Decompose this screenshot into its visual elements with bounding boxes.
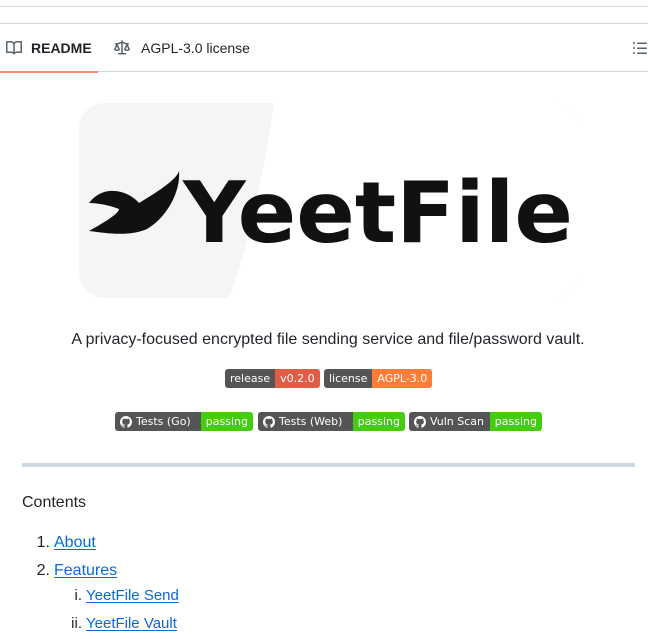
tab-license[interactable]: AGPL-3.0 license [114,24,250,72]
tab-readme[interactable]: README [0,24,98,73]
tests-go-badge-value: passing [200,412,253,431]
yeetfile-wordmark: YeetFile [182,164,573,263]
section-divider [22,463,635,467]
release-badge-value: v0.2.0 [275,369,320,388]
tests-web-badge-left: Tests (Web) [258,412,353,431]
github-icon [120,415,132,428]
vuln-scan-badge-value: passing [489,412,542,431]
tab-license-label: AGPL-3.0 license [141,40,250,56]
top-strip [0,0,648,7]
toc-number: i. [74,587,83,604]
toc-link-about[interactable]: About [54,534,96,552]
contents-heading: Contents [22,494,87,511]
tests-web-badge-value: passing [352,412,405,431]
tests-go-badge-left: Tests (Go) [115,412,201,431]
tests-web-badge-label: Tests (Web) [279,415,343,428]
toc-number: 1. [36,534,50,551]
vuln-scan-badge-left: Vuln Scan [409,412,490,431]
vuln-scan-badge[interactable]: Vuln Scan passing [409,412,542,431]
toc-item-yeetfile-vault: ii. YeetFile Vault [54,615,177,632]
list-unordered-icon[interactable] [632,40,648,56]
project-tagline: A privacy-focused encrypted file sending… [71,331,585,348]
toc-link-features[interactable]: Features [54,562,117,580]
release-badge[interactable]: release v0.2.0 [225,369,320,388]
toc-item-features: 2. Features [22,562,117,580]
toc-item-about: 1. About [22,534,96,552]
law-scale-icon [114,40,130,56]
toc-item-yeetfile-send: i. YeetFile Send [54,587,179,604]
license-badge[interactable]: license AGPL-3.0 [324,369,433,388]
release-badge-label: release [225,369,276,388]
tests-web-badge[interactable]: Tests (Web) passing [258,412,405,431]
github-icon [263,415,275,428]
tests-go-badge[interactable]: Tests (Go) passing [115,412,253,431]
yeetfile-banner-image: YeetFile [79,103,579,298]
yeetfile-logo-mark [89,171,180,234]
toc-number: 2. [36,562,50,579]
license-badge-value: AGPL-3.0 [372,369,433,388]
toc-link-yeetfile-send[interactable]: YeetFile Send [86,587,179,604]
book-icon [6,40,22,56]
toc-link-yeetfile-vault[interactable]: YeetFile Vault [86,615,177,632]
license-badge-label: license [324,369,373,388]
readme-tab-bar: README AGPL-3.0 license [0,23,648,73]
github-icon [414,415,426,428]
tab-readme-label: README [31,40,92,56]
vuln-scan-badge-label: Vuln Scan [430,415,485,428]
tests-go-badge-label: Tests (Go) [136,415,191,428]
toc-number: ii. [71,615,82,632]
